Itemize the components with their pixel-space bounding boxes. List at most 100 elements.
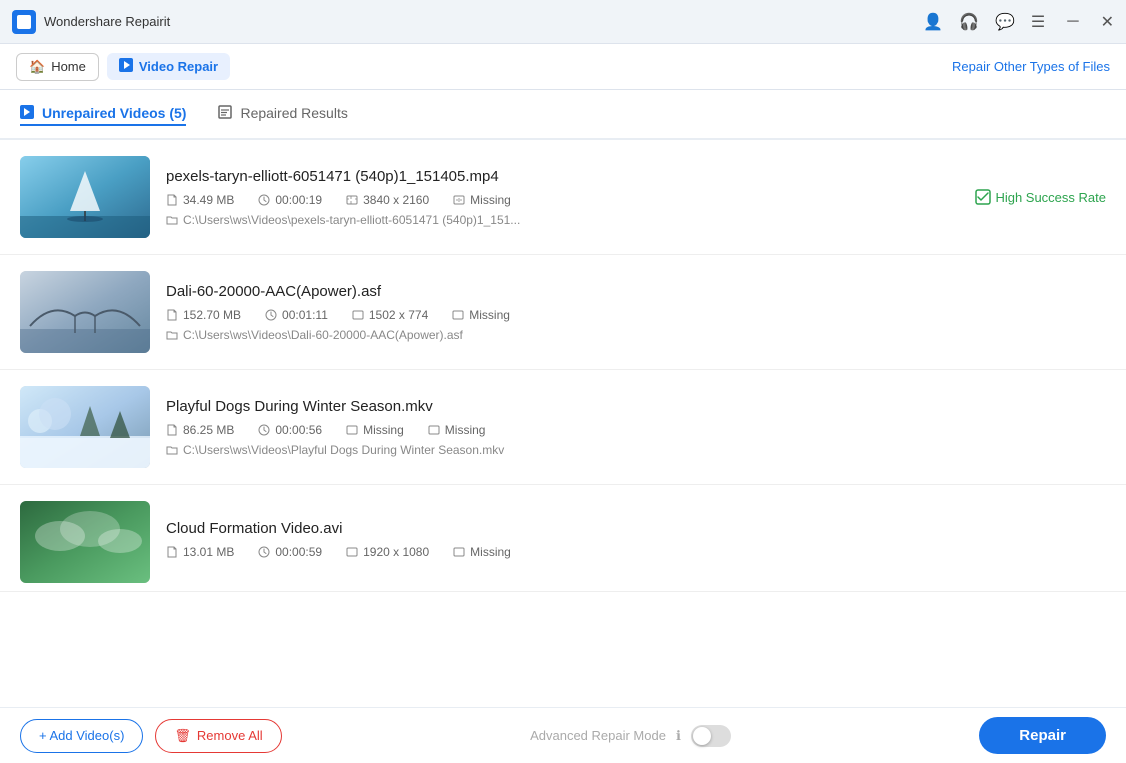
folder-icon-2 [166, 329, 178, 341]
menu-icon[interactable]: ☰ [1031, 12, 1045, 32]
app-icon [12, 10, 36, 34]
video-thumb-3 [20, 386, 150, 468]
titlebar-left: Wondershare Repairit [12, 10, 170, 34]
video-repair-icon [119, 58, 133, 75]
unrepaired-tab-icon [20, 105, 34, 122]
meta-audio-4: Missing [453, 545, 511, 559]
tab-unrepaired-label: Unrepaired Videos (5) [42, 105, 186, 121]
video-path-3: C:\Users\ws\Videos\Playful Dogs During W… [166, 443, 1106, 457]
video-name-2: Dali-60-20000-AAC(Apower).asf [166, 283, 1106, 300]
video-name-4: Cloud Formation Video.avi [166, 520, 1106, 537]
video-info-1: pexels-taryn-elliott-6051471 (540p)1_151… [166, 168, 959, 227]
video-name-3: Playful Dogs During Winter Season.mkv [166, 398, 1106, 415]
repair-other-link[interactable]: Repair Other Types of Files [952, 59, 1110, 74]
meta-size-3: 86.25 MB [166, 423, 234, 437]
titlebar-controls: 👤 🎧 💬 ☰ ─ ✕ [923, 11, 1114, 33]
footer: + Add Video(s) 🗑 Remove All Advanced Rep… [0, 707, 1126, 763]
resolution-icon-1 [346, 194, 358, 206]
video-info-4: Cloud Formation Video.avi 13.01 MB [166, 520, 1106, 565]
titlebar: Wondershare Repairit 👤 🎧 💬 ☰ ─ ✕ [0, 0, 1126, 44]
footer-actions: + Add Video(s) 🗑 Remove All [20, 719, 282, 753]
home-icon: 🏠 [29, 59, 45, 75]
advanced-mode-toggle[interactable] [691, 725, 731, 747]
meta-resolution-2: 1502 x 774 [352, 308, 428, 322]
headset-icon[interactable]: 🎧 [959, 12, 979, 32]
video-list: pexels-taryn-elliott-6051471 (540p)1_151… [0, 140, 1126, 705]
audio-icon-4 [453, 546, 465, 558]
file-icon-4 [166, 546, 178, 558]
video-meta-3: 86.25 MB 00:00:56 Missing [166, 423, 1106, 437]
video-item-2: Dali-60-20000-AAC(Apower).asf 152.70 MB [0, 255, 1126, 370]
file-icon-2 [166, 309, 178, 321]
folder-icon-3 [166, 444, 178, 456]
resolution-icon-3 [346, 424, 358, 436]
clock-icon-3 [258, 424, 270, 436]
clock-icon-2 [265, 309, 277, 321]
trash-icon: 🗑 [174, 728, 191, 744]
meta-duration-2: 00:01:11 [265, 308, 328, 322]
navbar: 🏠 Home Video Repair Repair Other Types o… [0, 44, 1126, 90]
audio-icon-3 [428, 424, 440, 436]
meta-audio-2: Missing [452, 308, 510, 322]
app-name: Wondershare Repairit [44, 14, 170, 29]
account-icon[interactable]: 👤 [923, 12, 943, 32]
toggle-knob [693, 727, 711, 745]
clock-icon-1 [258, 194, 270, 206]
tab-repaired-label: Repaired Results [240, 105, 347, 121]
file-icon-1 [166, 194, 178, 206]
nav-left: 🏠 Home Video Repair [16, 53, 230, 81]
video-meta-4: 13.01 MB 00:00:59 1920 x 1080 [166, 545, 1106, 559]
resolution-icon-4 [346, 546, 358, 558]
meta-resolution-1: 3840 x 2160 [346, 193, 429, 207]
file-icon-3 [166, 424, 178, 436]
audio-icon-2 [452, 309, 464, 321]
video-item-4: Cloud Formation Video.avi 13.01 MB [0, 485, 1126, 592]
video-thumb-1 [20, 156, 150, 238]
add-video-button[interactable]: + Add Video(s) [20, 719, 143, 753]
meta-size-4: 13.01 MB [166, 545, 234, 559]
repair-button[interactable]: Repair [979, 717, 1106, 754]
meta-audio-3: Missing [428, 423, 486, 437]
meta-audio-1: Missing [453, 193, 511, 207]
meta-duration-4: 00:00:59 [258, 545, 322, 559]
minimize-button[interactable]: ─ [1061, 11, 1084, 33]
clock-icon-4 [258, 546, 270, 558]
nav-home-button[interactable]: 🏠 Home [16, 53, 99, 81]
video-path-1: C:\Users\ws\Videos\pexels-taryn-elliott-… [166, 213, 959, 227]
video-thumb-2 [20, 271, 150, 353]
tabs-bar: Unrepaired Videos (5) Repaired Results [0, 90, 1126, 140]
video-item-3: Playful Dogs During Winter Season.mkv 86… [0, 370, 1126, 485]
badge-icon-1 [975, 189, 991, 205]
meta-resolution-4: 1920 x 1080 [346, 545, 429, 559]
meta-size-1: 34.49 MB [166, 193, 234, 207]
advanced-mode: Advanced Repair Mode ℹ [530, 725, 731, 747]
remove-all-button[interactable]: 🗑 Remove All [155, 719, 281, 753]
close-button[interactable]: ✕ [1101, 12, 1114, 32]
video-path-2: C:\Users\ws\Videos\Dali-60-20000-AAC(Apo… [166, 328, 1106, 342]
meta-duration-1: 00:00:19 [258, 193, 322, 207]
video-meta-2: 152.70 MB 00:01:11 1502 x 774 [166, 308, 1106, 322]
meta-resolution-3: Missing [346, 423, 404, 437]
nav-active-label: Video Repair [139, 59, 218, 74]
video-info-2: Dali-60-20000-AAC(Apower).asf 152.70 MB [166, 283, 1106, 342]
video-name-1: pexels-taryn-elliott-6051471 (540p)1_151… [166, 168, 959, 185]
tab-unrepaired[interactable]: Unrepaired Videos (5) [20, 105, 186, 126]
tab-repaired[interactable]: Repaired Results [218, 105, 347, 124]
video-thumb-4 [20, 501, 150, 583]
meta-size-2: 152.70 MB [166, 308, 241, 322]
repaired-tab-icon [218, 105, 232, 122]
resolution-icon-2 [352, 309, 364, 321]
audio-icon-1 [453, 194, 465, 206]
main-content: Unrepaired Videos (5) Repaired Results [0, 90, 1126, 707]
nav-video-repair-button[interactable]: Video Repair [107, 53, 230, 80]
advanced-mode-label: Advanced Repair Mode [530, 728, 666, 743]
home-label: Home [51, 59, 86, 74]
video-info-3: Playful Dogs During Winter Season.mkv 86… [166, 398, 1106, 457]
folder-icon-1 [166, 214, 178, 226]
info-icon: ℹ [676, 728, 681, 744]
video-badge-1: High Success Rate [975, 189, 1106, 205]
meta-duration-3: 00:00:56 [258, 423, 322, 437]
video-meta-1: 34.49 MB 00:00:19 38 [166, 193, 959, 207]
chat-icon[interactable]: 💬 [995, 12, 1015, 32]
video-item-1: pexels-taryn-elliott-6051471 (540p)1_151… [0, 140, 1126, 255]
